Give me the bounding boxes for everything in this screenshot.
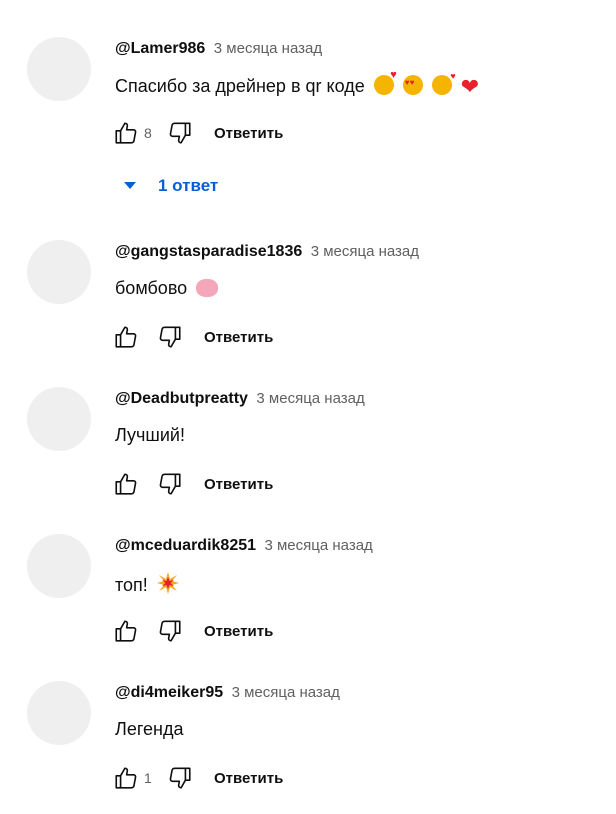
comment-text: Лучший! — [115, 425, 185, 446]
comment-text: Спасибо за дрейнер в qr коде ❤ — [115, 69, 480, 100]
comment-text-body: топ! — [115, 575, 148, 595]
brain-icon — [196, 279, 219, 297]
comment-author[interactable]: @gangstasparadise1836 — [115, 243, 302, 260]
comment-header: @di4meiker95 3 месяца назад — [115, 684, 340, 706]
comment-timestamp[interactable]: 3 месяца назад — [232, 684, 340, 701]
avatar[interactable] — [27, 240, 91, 304]
comment-author[interactable]: @mceduardik8251 — [115, 537, 256, 554]
comment: @gangstasparadise1836 3 месяца назад бом… — [0, 200, 616, 348]
comment: @Deadbutpreatty 3 месяца назад Лучший! О… — [0, 347, 616, 495]
comment: @mceduardik8251 3 месяца назад топ! Отве… — [0, 494, 616, 642]
comment-header: @gangstasparadise1836 3 месяца назад — [115, 243, 419, 265]
comment-text: бомбово — [115, 278, 219, 299]
comment-header: @Lamer986 3 месяца назад — [115, 40, 322, 62]
view-replies-button[interactable]: 1 ответ — [124, 174, 218, 198]
thumbs-up-icon — [115, 122, 137, 144]
replies-count-label: 1 ответ — [158, 176, 219, 195]
dislike-button[interactable] — [164, 763, 196, 793]
avatar[interactable] — [27, 37, 91, 101]
smiling-face-with-hearts-icon — [373, 69, 397, 95]
comment-timestamp[interactable]: 3 месяца назад — [256, 390, 364, 407]
face-blowing-kiss-icon — [431, 71, 456, 95]
comment-text-body: Лучший! — [115, 425, 185, 445]
comment-text-body: Спасибо за дрейнер в qr коде — [115, 76, 365, 96]
comment-timestamp[interactable]: 3 месяца назад — [214, 40, 322, 57]
avatar[interactable] — [27, 681, 91, 745]
comment-text: топ! — [115, 572, 179, 596]
comment: @Lamer986 3 месяца назад Спасибо за дрей… — [0, 0, 616, 144]
reply-button[interactable]: Ответить — [204, 329, 273, 346]
caret-down-icon — [124, 182, 136, 189]
reply-button[interactable]: Ответить — [214, 770, 283, 787]
comment-timestamp[interactable]: 3 месяца назад — [264, 537, 372, 554]
like-button[interactable] — [110, 763, 142, 793]
comment-header: @mceduardik8251 3 месяца назад — [115, 537, 373, 559]
comment: @di4meiker95 3 месяца назад Легенда 1 От… — [0, 641, 616, 789]
comment-text: Легенда — [115, 719, 183, 740]
comment-header: @Deadbutpreatty 3 месяца назад — [115, 390, 365, 412]
like-count: 1 — [144, 770, 152, 786]
reply-button[interactable]: Ответить — [214, 125, 283, 142]
avatar[interactable] — [27, 534, 91, 598]
comment-actions: 1 Ответить — [110, 763, 283, 793]
collision-icon — [156, 572, 179, 594]
reply-button[interactable]: Ответить — [204, 476, 273, 493]
reply-button[interactable]: Ответить — [204, 623, 273, 640]
thumbs-down-icon — [169, 767, 191, 789]
comment-author[interactable]: @Deadbutpreatty — [115, 390, 248, 407]
comment-timestamp[interactable]: 3 месяца назад — [311, 243, 419, 260]
dislike-button[interactable] — [164, 118, 196, 148]
like-button[interactable] — [110, 118, 142, 148]
avatar[interactable] — [27, 387, 91, 451]
comment-author[interactable]: @di4meiker95 — [115, 684, 223, 701]
comment-author[interactable]: @Lamer986 — [115, 40, 205, 57]
thumbs-up-icon — [115, 767, 137, 789]
comment-text-body: Легенда — [115, 719, 184, 739]
comment-text-body: бомбово — [115, 278, 188, 298]
thumbs-down-icon — [169, 122, 191, 144]
like-count: 8 — [144, 125, 152, 141]
heart-eyes-icon — [402, 75, 423, 95]
comment-actions: 8 Ответить — [110, 118, 283, 148]
red-heart-icon: ❤ — [460, 74, 480, 99]
